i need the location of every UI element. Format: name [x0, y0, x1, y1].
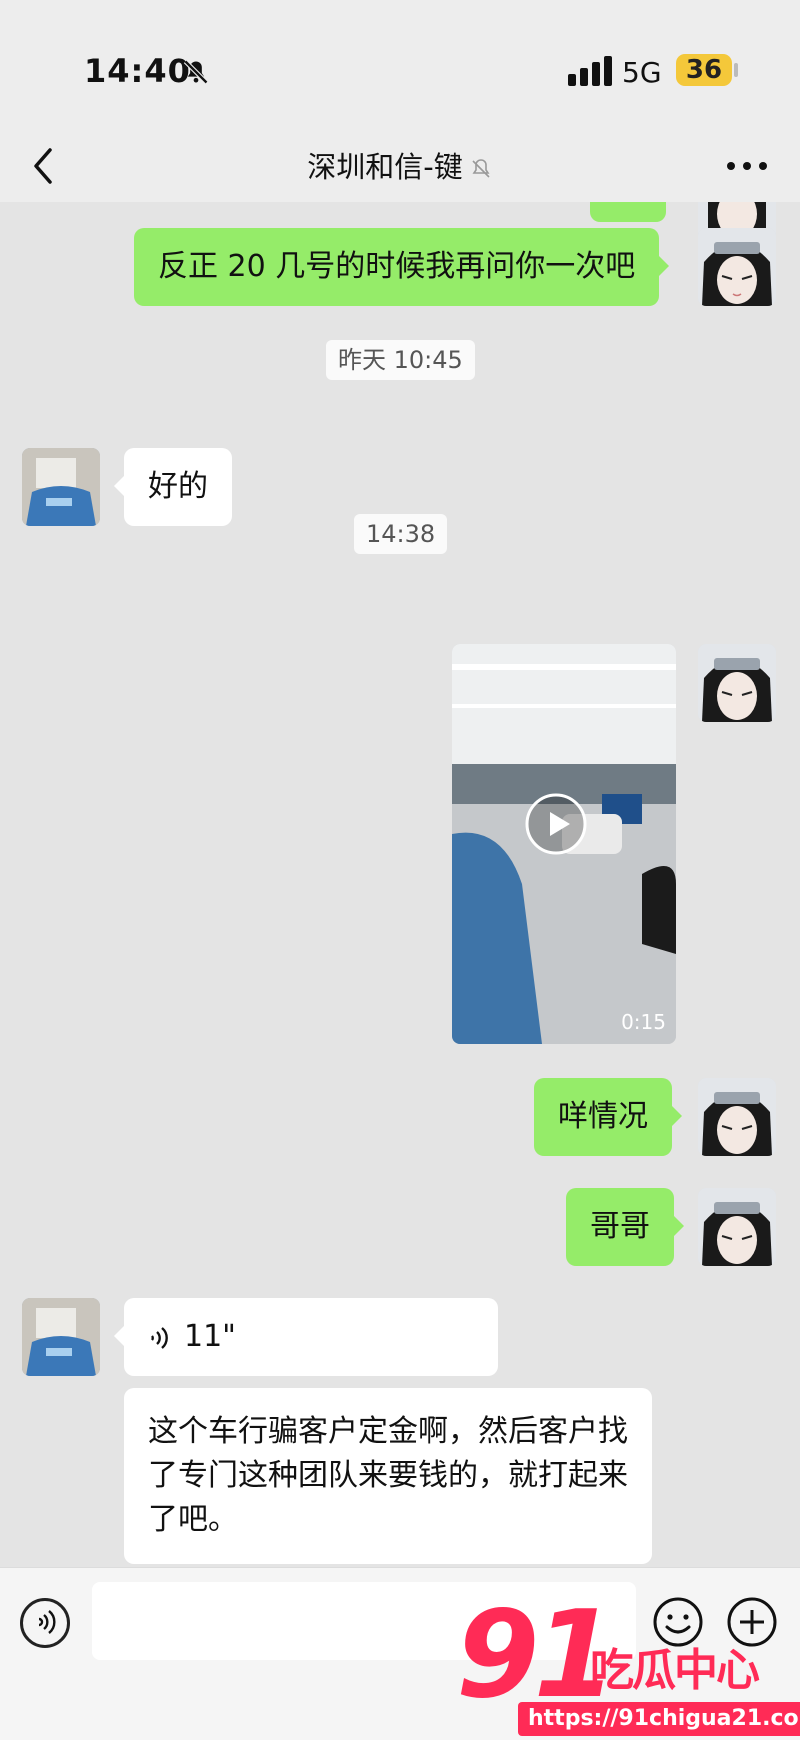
- bell-muted-icon: [183, 59, 209, 85]
- voice-wave-icon: [150, 1326, 168, 1349]
- network-type: 5G: [622, 56, 662, 89]
- avatar-me[interactable]: [698, 1188, 776, 1266]
- avatar-me[interactable]: [698, 1078, 776, 1156]
- avatar-image: [698, 644, 776, 722]
- voice-duration: 11": [184, 1319, 236, 1354]
- voice-message[interactable]: 11": [114, 1298, 498, 1376]
- watermark-name: 吃瓜中心: [590, 1645, 760, 1696]
- chat-header: 深圳和信-键: [0, 130, 800, 202]
- voice-wave-icon: [38, 1610, 56, 1634]
- more-options-icon[interactable]: [724, 156, 770, 176]
- message-bubble-sent[interactable]: 哥哥: [566, 1188, 684, 1266]
- watermark: 91 吃瓜中心 https://91chigua21.com: [456, 1596, 800, 1736]
- chat-title: 深圳和信-键: [307, 150, 463, 184]
- bell-muted-icon: [472, 159, 490, 178]
- battery-level: 36: [676, 54, 732, 86]
- message-bubble-sent[interactable]: 反正 20 几号的时候我再问你一次吧: [134, 228, 670, 306]
- avatar-image: [22, 1298, 100, 1376]
- message-bubble-sent[interactable]: 咩情况: [534, 1078, 682, 1156]
- chat-title-wrap: 深圳和信-键: [0, 144, 800, 186]
- timestamp: 昨天 10:45: [326, 340, 475, 380]
- avatar-image: [698, 1188, 776, 1266]
- watermark-url: https://91chigua21.com: [518, 1702, 800, 1736]
- avatar-contact[interactable]: [22, 448, 100, 526]
- voice-input-button[interactable]: [20, 1598, 70, 1648]
- status-bar: 14:40 5G 36: [0, 0, 800, 130]
- avatar-contact[interactable]: [22, 1298, 100, 1376]
- message-bubble-partial: [590, 202, 666, 222]
- timestamp: 14:38: [354, 514, 448, 554]
- message-bubble-received[interactable]: 这个车行骗客户定金啊，然后客户找了专门这种团队来要钱的，就打起来了吧。: [124, 1388, 652, 1564]
- video-duration: 0:15: [621, 1010, 666, 1034]
- avatar-me[interactable]: [698, 228, 776, 306]
- message-bubble-received[interactable]: 好的: [114, 448, 232, 526]
- avatar-me[interactable]: [698, 644, 776, 722]
- chat-area[interactable]: 反正 20 几号的时候我再问你一次吧 昨天 10:45 好的 14:38 0:1…: [0, 202, 800, 1567]
- avatar-image: [22, 448, 100, 526]
- watermark-number: 91: [456, 1586, 617, 1725]
- avatar-image: [698, 1078, 776, 1156]
- battery-cap: [734, 63, 738, 77]
- video-message[interactable]: 0:15: [452, 644, 676, 1044]
- avatar-image: [698, 228, 776, 306]
- status-time: 14:40: [84, 52, 191, 90]
- signal-icon: [568, 56, 612, 86]
- play-icon[interactable]: [524, 792, 588, 856]
